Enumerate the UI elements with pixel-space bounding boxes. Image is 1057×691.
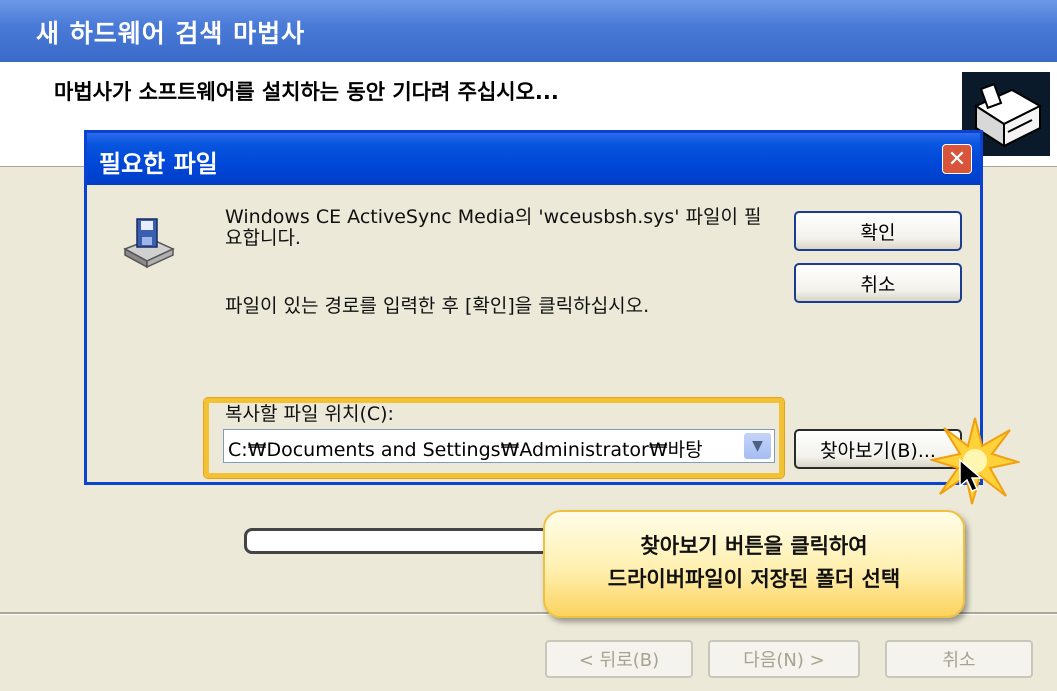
dialog-titlebar bbox=[87, 133, 980, 185]
back-button[interactable]: < 뒤로(B) bbox=[545, 640, 693, 678]
close-button[interactable]: ✕ bbox=[942, 144, 972, 174]
cancel-button[interactable]: 취소 bbox=[794, 263, 962, 303]
callout-line-1: 찾아보기 버튼을 클릭하여 bbox=[640, 534, 868, 558]
wizard-subtitle: 마법사가 소프트웨어를 설치하는 동안 기다려 주십시오... bbox=[54, 80, 559, 104]
wizard-title: 새 하드웨어 검색 마법사 bbox=[36, 19, 306, 48]
dialog-message: Windows CE ActiveSync Media의 'wceusbsh.s… bbox=[225, 206, 762, 249]
ok-button[interactable]: 확인 bbox=[794, 211, 962, 251]
dialog-title: 필요한 파일 bbox=[99, 150, 218, 178]
callout-line-2: 드라이버파일이 저장된 폴더 선택 bbox=[607, 567, 901, 591]
next-button[interactable]: 다음(N) > bbox=[708, 640, 860, 678]
highlight-frame bbox=[204, 398, 784, 478]
wizard-cancel-button[interactable]: 취소 bbox=[885, 640, 1033, 678]
tip-callout: 찾아보기 버튼을 클릭하여 드라이버파일이 저장된 폴더 선택 bbox=[543, 510, 965, 618]
close-icon: ✕ bbox=[947, 146, 967, 172]
disk-drive-icon bbox=[121, 215, 177, 273]
dialog-instruction: 파일이 있는 경로를 입력한 후 [확인]을 클릭하십시오. bbox=[225, 295, 650, 317]
progress-bar bbox=[244, 528, 580, 554]
mouse-cursor-icon bbox=[958, 458, 984, 498]
callout-text: 찾아보기 버튼을 클릭하여 드라이버파일이 저장된 폴더 선택 bbox=[545, 530, 963, 596]
